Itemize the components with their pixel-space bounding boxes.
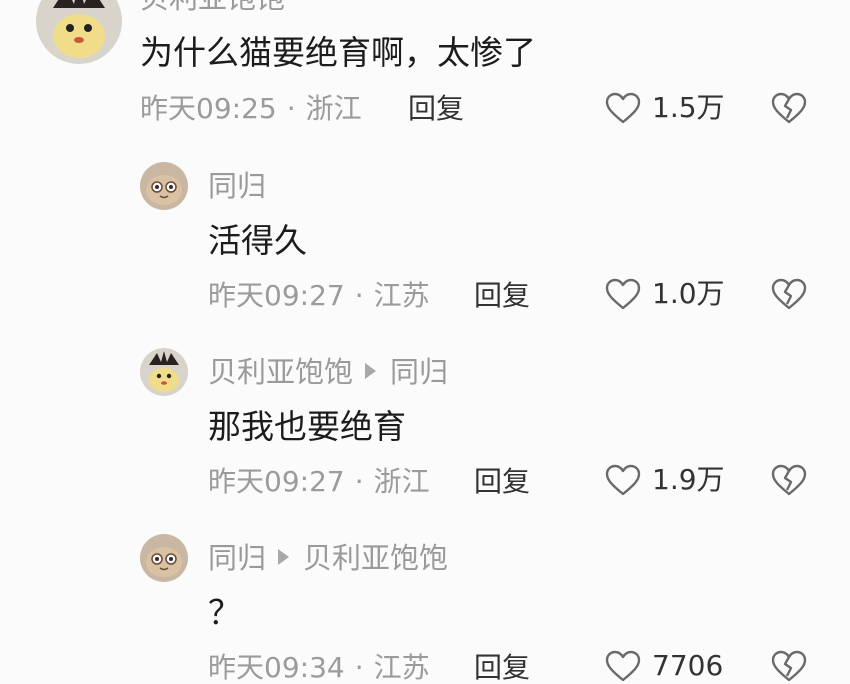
comment-region: 浙江 (373, 465, 430, 498)
meta-separator: · (354, 465, 364, 498)
comment-time: 昨天09:27 (208, 465, 345, 498)
cat-face-avatar-icon (140, 534, 188, 582)
like-button[interactable]: 1.5万 (604, 91, 725, 125)
broken-heart-icon (771, 650, 807, 682)
comment-author: 贝利亚饱饱 同归 (208, 358, 448, 387)
like-count: 1.9万 (652, 463, 725, 496)
avatar[interactable] (140, 534, 188, 582)
reply-button[interactable]: 回复 (474, 468, 530, 496)
reply-item: 同归 贝利亚饱饱 ？ 昨天09:34 · 江苏 回复 7706 (0, 532, 850, 682)
reply-to-name[interactable]: 贝利亚饱饱 (303, 541, 448, 575)
comment-text: ？ (208, 593, 241, 632)
reply-arrow-icon (365, 363, 377, 379)
dislike-button[interactable] (770, 463, 808, 497)
cartoon-bird-avatar-icon (140, 348, 188, 396)
comment-item: 贝利亚饱饱 为什么猫要绝育啊，太惨了 昨天09:25 · 浙江 回复 1.5万 (0, 0, 850, 140)
author-name[interactable]: 贝利亚饱饱 (208, 355, 353, 389)
comment-meta: 昨天09:34 · 江苏 (208, 654, 430, 682)
comment-author[interactable]: 贝利亚饱饱 (140, 0, 285, 13)
like-button[interactable]: 1.0万 (604, 277, 725, 311)
like-button[interactable]: 1.9万 (604, 463, 725, 497)
like-count: 1.0万 (652, 277, 725, 310)
dislike-button[interactable] (770, 649, 808, 683)
meta-separator: · (286, 92, 296, 125)
comment-meta: 昨天09:25 · 浙江 (140, 95, 362, 123)
avatar[interactable] (36, 0, 122, 64)
comment-region: 江苏 (373, 279, 430, 312)
reply-arrow-icon (278, 549, 290, 565)
reply-button[interactable]: 回复 (408, 95, 464, 123)
comment-author: 同归 贝利亚饱饱 (208, 544, 448, 573)
comment-meta: 昨天09:27 · 浙江 (208, 468, 430, 496)
comment-text: 活得久 (208, 221, 307, 260)
comment-time: 昨天09:27 (208, 279, 345, 312)
like-count: 1.5万 (652, 91, 725, 124)
comment-meta: 昨天09:27 · 江苏 (208, 282, 430, 310)
reply-to-name[interactable]: 同归 (390, 355, 448, 389)
avatar[interactable] (140, 348, 188, 396)
comment-region: 江苏 (373, 651, 430, 684)
reply-item: 同归 活得久 昨天09:27 · 江苏 回复 1.0万 (0, 160, 850, 320)
comment-time: 昨天09:34 (208, 651, 345, 684)
broken-heart-icon (771, 278, 807, 310)
meta-separator: · (354, 279, 364, 312)
avatar[interactable] (140, 162, 188, 210)
heart-icon (605, 92, 641, 124)
meta-separator: · (354, 651, 364, 684)
comment-region: 浙江 (305, 92, 362, 125)
cat-face-avatar-icon (140, 162, 188, 210)
heart-icon (605, 278, 641, 310)
dislike-button[interactable] (770, 91, 808, 125)
reply-button[interactable]: 回复 (474, 282, 530, 310)
comment-author[interactable]: 同归 (208, 172, 266, 201)
dislike-button[interactable] (770, 277, 808, 311)
comment-text: 为什么猫要绝育啊，太惨了 (140, 33, 536, 72)
comment-time: 昨天09:25 (140, 92, 277, 125)
broken-heart-icon (771, 92, 807, 124)
comment-text: 那我也要绝育 (208, 407, 406, 446)
broken-heart-icon (771, 464, 807, 496)
like-count: 7706 (652, 649, 724, 682)
reply-item: 贝利亚饱饱 同归 那我也要绝育 昨天09:27 · 浙江 回复 1.9万 (0, 346, 850, 506)
heart-icon (605, 464, 641, 496)
reply-button[interactable]: 回复 (474, 654, 530, 682)
heart-icon (605, 650, 641, 682)
author-name[interactable]: 同归 (208, 541, 266, 575)
cartoon-bird-avatar-icon (36, 0, 122, 64)
like-button[interactable]: 7706 (604, 649, 723, 683)
